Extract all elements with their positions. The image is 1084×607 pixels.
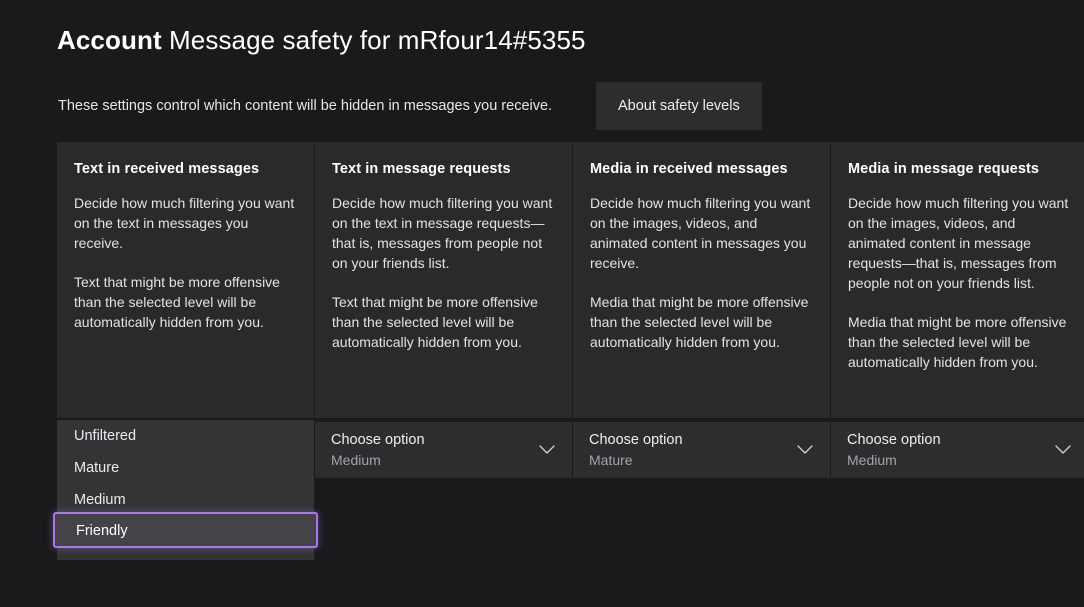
card-paragraph-1: Decide how much filtering you want on th… (332, 193, 555, 273)
page-title: Account Message safety for mRfour14#5355 (57, 24, 1047, 56)
safety-level-select[interactable]: Choose option Medium (315, 422, 572, 478)
card-paragraph-2: Text that might be more offensive than t… (74, 272, 297, 332)
select-label: Choose option (331, 431, 556, 450)
safety-card-media-received: Media in received messages Decide how mu… (573, 142, 830, 502)
card-title: Media in received messages (590, 160, 813, 179)
subheader-row: These settings control which content wil… (57, 82, 1047, 130)
select-label: Choose option (589, 431, 814, 450)
card-paragraph-2: Media that might be more offensive than … (848, 312, 1071, 372)
safety-card-text-requests: Text in message requests Decide how much… (315, 142, 572, 502)
card-body: Media in message requests Decide how muc… (831, 142, 1084, 418)
card-body: Media in received messages Decide how mu… (573, 142, 830, 418)
safety-level-select[interactable]: Choose option Mature (573, 422, 830, 478)
card-body: Text in received messages Decide how muc… (57, 142, 314, 418)
card-title: Media in message requests (848, 160, 1071, 179)
card-paragraph-1: Decide how much filtering you want on th… (848, 193, 1071, 293)
safety-settings-grid: Text in received messages Decide how muc… (57, 142, 1057, 502)
select-value: Mature (589, 451, 814, 470)
select-value: Medium (331, 451, 556, 470)
card-paragraph-1: Decide how much filtering you want on th… (590, 193, 813, 273)
card-paragraph-2: Text that might be more offensive than t… (332, 292, 555, 352)
card-paragraph-1: Decide how much filtering you want on th… (74, 193, 297, 253)
settings-description: These settings control which content wil… (58, 96, 552, 116)
page-title-subject: Message safety for mRfour14#5355 (169, 25, 586, 55)
select-value: Medium (847, 451, 1072, 470)
page-header: Account Message safety for mRfour14#5355 (57, 24, 1047, 56)
page-title-account: Account (57, 25, 162, 55)
safety-card-media-requests: Media in message requests Decide how muc… (831, 142, 1084, 502)
card-body: Text in message requests Decide how much… (315, 142, 572, 418)
safety-card-text-received: Text in received messages Decide how muc… (57, 142, 314, 502)
card-title: Text in message requests (332, 160, 555, 179)
card-paragraph-2: Media that might be more offensive than … (590, 292, 813, 352)
dropdown-option-unfiltered[interactable]: Unfiltered (57, 420, 314, 452)
about-safety-levels-button[interactable]: About safety levels (596, 82, 762, 130)
page-title-rest (162, 25, 169, 55)
dropdown-option-mature[interactable]: Mature (57, 452, 314, 484)
dropdown-option-friendly[interactable]: Friendly (53, 512, 318, 548)
card-title: Text in received messages (74, 160, 297, 179)
safety-level-select[interactable]: Choose option Medium (831, 422, 1084, 478)
select-label: Choose option (847, 431, 1072, 450)
safety-level-dropdown-list[interactable]: Unfiltered Mature Medium Friendly (57, 420, 314, 560)
